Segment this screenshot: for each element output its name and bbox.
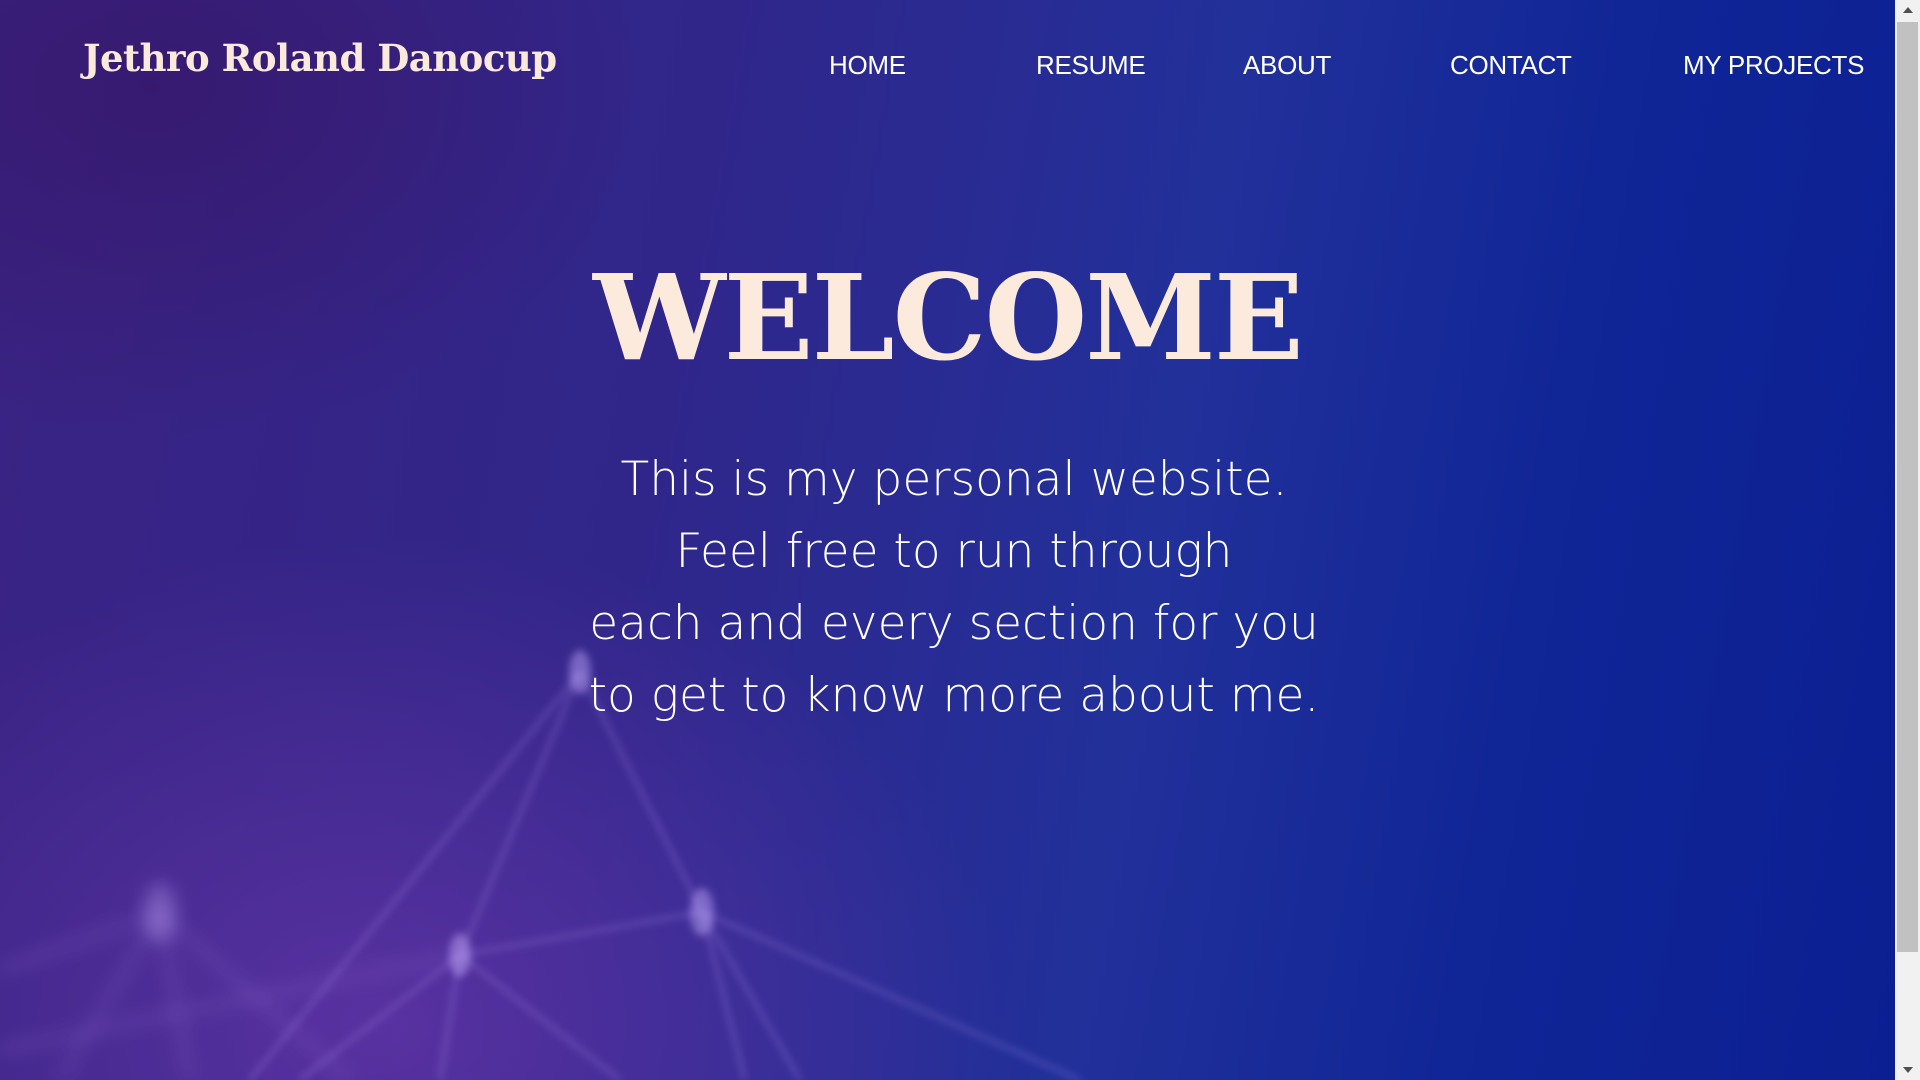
hero-intro-text: This is my personal website. Feel free t… bbox=[0, 444, 1895, 732]
scroll-down-button[interactable] bbox=[1895, 1060, 1920, 1080]
page-background: Jethro Roland Danocup HOME RESUME ABOUT … bbox=[0, 0, 1895, 1080]
nav-home-link[interactable]: HOME bbox=[829, 50, 906, 81]
nav-resume-link[interactable]: RESUME bbox=[1036, 50, 1146, 81]
site-brand-name[interactable]: Jethro Roland Danocup bbox=[83, 36, 557, 80]
scroll-up-button[interactable] bbox=[1895, 0, 1920, 20]
site-header: Jethro Roland Danocup HOME RESUME ABOUT … bbox=[0, 0, 1895, 130]
nav-contact-link[interactable]: CONTACT bbox=[1450, 50, 1572, 81]
scrollbar-thumb[interactable] bbox=[1897, 22, 1918, 952]
hero-intro-line: each and every section for you bbox=[589, 596, 1319, 651]
hero-intro-line: This is my personal website. bbox=[620, 452, 1288, 507]
triangle-down-icon bbox=[1902, 1067, 1913, 1073]
triangle-up-icon bbox=[1902, 7, 1913, 13]
hero-intro-line: Feel free to run through bbox=[675, 524, 1233, 579]
hero-intro-line: to get to know more about me. bbox=[588, 668, 1320, 723]
vertical-scrollbar[interactable] bbox=[1895, 0, 1920, 1080]
nav-my-projects-link[interactable]: MY PROJECTS bbox=[1683, 50, 1864, 81]
hero-title: WELCOME bbox=[593, 248, 1304, 387]
nav-about-link[interactable]: ABOUT bbox=[1243, 50, 1331, 81]
